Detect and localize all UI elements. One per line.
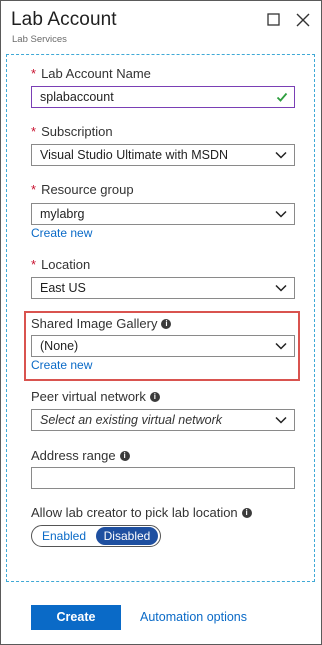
page-title: Lab Account (11, 9, 117, 30)
subscription-value: Visual Studio Ultimate with MSDN (40, 148, 229, 162)
peer-virtual-network-label-text: Peer virtual network (31, 389, 146, 404)
location-value: East US (40, 281, 86, 295)
shared-image-gallery-label-text: Shared Image Gallery (31, 316, 158, 331)
chevron-down-icon (275, 210, 287, 218)
address-range-input[interactable] (31, 467, 295, 489)
blade-header: Lab Account Lab Services (1, 1, 321, 53)
peer-virtual-network-select[interactable]: Select an existing virtual network (31, 409, 295, 431)
resource-group-select[interactable]: mylabrg (31, 203, 295, 225)
create-button[interactable]: Create (31, 605, 121, 630)
check-icon (276, 92, 288, 102)
maximize-button[interactable] (265, 11, 283, 29)
info-icon[interactable]: i (119, 450, 130, 461)
allow-pick-location-toggle[interactable]: Enabled Disabled (31, 525, 161, 547)
maximize-icon (267, 13, 280, 26)
location-select[interactable]: East US (31, 277, 295, 299)
subscription-label: * Subscription (31, 123, 113, 140)
info-icon[interactable]: i (149, 391, 160, 402)
lab-account-blade: Lab Account Lab Services * Lab Account Na… (0, 0, 322, 645)
toggle-disabled-option[interactable]: Disabled (96, 527, 158, 545)
shared-image-gallery-label: Shared Image Gallery i (31, 315, 172, 332)
required-marker: * (31, 124, 37, 139)
resource-group-label-text: Resource group (41, 182, 134, 197)
close-icon (296, 13, 310, 27)
chevron-down-icon (275, 342, 287, 350)
resource-group-label: * Resource group (31, 181, 134, 198)
lab-account-name-input[interactable]: splabaccount (31, 86, 295, 108)
resource-group-value: mylabrg (40, 207, 85, 221)
toggle-enabled-option[interactable]: Enabled (36, 527, 92, 545)
allow-pick-location-label-text: Allow lab creator to pick lab location (31, 505, 238, 520)
lab-account-name-value: splabaccount (40, 90, 114, 104)
required-marker: * (31, 66, 37, 81)
peer-virtual-network-placeholder: Select an existing virtual network (40, 413, 223, 427)
location-label-text: Location (41, 257, 91, 272)
shared-image-gallery-select[interactable]: (None) (31, 335, 295, 357)
chevron-down-icon (275, 416, 287, 424)
shared-image-gallery-create-new-link[interactable]: Create new (31, 358, 92, 372)
subscription-select[interactable]: Visual Studio Ultimate with MSDN (31, 144, 295, 166)
close-button[interactable] (294, 11, 312, 29)
chevron-down-icon (275, 151, 287, 159)
chevron-down-icon (275, 284, 287, 292)
info-icon[interactable]: i (241, 507, 252, 518)
required-marker: * (31, 257, 37, 272)
allow-pick-location-label: Allow lab creator to pick lab location i (31, 504, 252, 521)
automation-options-link[interactable]: Automation options (140, 610, 247, 624)
location-label: * Location (31, 256, 90, 273)
address-range-label-text: Address range (31, 448, 116, 463)
address-range-label: Address range i (31, 447, 130, 464)
page-subtitle: Lab Services (12, 34, 67, 45)
resource-group-create-new-link[interactable]: Create new (31, 226, 92, 240)
lab-account-name-label-text: Lab Account Name (41, 66, 151, 81)
shared-image-gallery-value: (None) (40, 339, 79, 353)
peer-virtual-network-label: Peer virtual network i (31, 388, 160, 405)
info-icon[interactable]: i (161, 318, 172, 329)
subscription-label-text: Subscription (41, 124, 113, 139)
required-marker: * (31, 182, 37, 197)
lab-account-name-label: * Lab Account Name (31, 65, 151, 82)
